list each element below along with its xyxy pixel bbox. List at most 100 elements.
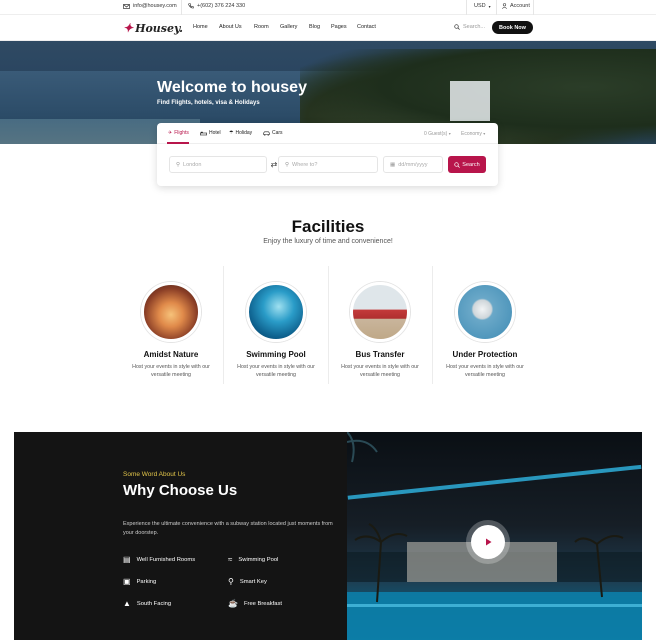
active-tab-indicator [167, 142, 189, 144]
nav-item-blog[interactable]: Blog [309, 24, 320, 30]
play-video-button[interactable] [471, 525, 505, 559]
tab-label: Flights [174, 130, 189, 136]
chevron-down-icon: ▾ [483, 131, 486, 136]
nav-search[interactable]: Search... [454, 24, 485, 30]
email-text: info@housey.com [133, 3, 177, 9]
section-kicker: Some Word About Us [123, 471, 186, 478]
feature-item: ▤ Well Furnished Rooms [123, 555, 195, 564]
tab-label: Hotel [209, 130, 221, 136]
logo-text: Housey. [135, 21, 183, 35]
facility-description: Host your events in style with our versa… [446, 364, 524, 378]
logo-mark-icon: ✦ [123, 21, 134, 35]
divider [533, 0, 534, 15]
main-nav: ✦ Housey. Home About Us Room Gallery Blo… [0, 15, 656, 41]
logo[interactable]: ✦ Housey. [123, 21, 183, 35]
phone-icon [188, 3, 194, 9]
section-description: Experience the ultimate convenience with… [123, 521, 333, 536]
facility-title: Swimming Pool [246, 350, 306, 359]
feature-label: Well Furnished Rooms [136, 556, 196, 563]
date-field[interactable]: ▦ dd/mm/yyyy [383, 156, 443, 173]
bed-icon [200, 131, 207, 135]
from-field[interactable]: ⚲ London [169, 156, 267, 173]
hero-background-building [450, 81, 490, 121]
chevron-down-icon: ▾ [448, 131, 451, 136]
car-icon: ▣ [123, 577, 131, 586]
feature-item: ⚲ Smart Key [228, 577, 267, 586]
feature-item: ☕ Free Breakfast [228, 599, 282, 608]
tab-holiday[interactable]: ☂ Holiday [229, 130, 252, 136]
email-link[interactable]: info@housey.com [123, 3, 177, 9]
guests-dropdown[interactable]: 0 Guest(s) ▾ [424, 131, 451, 137]
account-link[interactable]: Account [502, 3, 530, 9]
nav-item-gallery[interactable]: Gallery [280, 24, 297, 30]
currency-text: USD [474, 3, 486, 9]
top-bar: info@housey.com +(602) 376 224 330 USD ▾… [0, 0, 656, 15]
search-button[interactable]: Search [448, 156, 486, 173]
plane-icon: ✈ [168, 130, 173, 136]
mountain-icon: ▲ [123, 599, 131, 608]
search-button-label: Search [462, 161, 480, 168]
tab-label: Cars [272, 130, 283, 136]
class-value: Economy [461, 131, 482, 137]
location-pin-icon: ⚲ [176, 161, 181, 168]
guests-value: 0 Guest(s) [424, 131, 448, 137]
facility-card: Swimming Pool Host your events in style … [224, 266, 328, 386]
feature-item: ≈ Swimming Pool [228, 555, 278, 564]
to-field[interactable]: ⚲ Where to? [278, 156, 378, 173]
calendar-icon: ▦ [390, 161, 396, 168]
facilities-subtitle: Enjoy the luxury of time and convenience… [263, 238, 393, 245]
feature-label: Smart Key [239, 578, 267, 585]
facility-description: Host your events in style with our versa… [132, 364, 210, 378]
tab-hotel[interactable]: Hotel [200, 130, 221, 136]
phone-link[interactable]: +(602) 376 224 330 [188, 3, 245, 9]
class-dropdown[interactable]: Economy ▾ [461, 131, 485, 137]
currency-select[interactable]: USD ▾ [474, 3, 491, 9]
hero-subtitle: Find Flights, hotels, visa & Holidays [157, 100, 260, 106]
nav-item-pages[interactable]: Pages [331, 24, 347, 30]
search-placeholder: Search... [463, 24, 486, 30]
facility-description: Host your events in style with our versa… [237, 364, 315, 378]
key-icon: ⚲ [228, 577, 234, 586]
feature-item: ▣ Parking [123, 577, 156, 586]
location-pin-icon: ⚲ [285, 161, 290, 168]
divider [181, 0, 182, 15]
to-placeholder: Where to? [292, 161, 318, 168]
why-choose-section: Some Word About Us Why Choose Us Experie… [14, 432, 642, 640]
car-icon [263, 131, 270, 136]
search-icon [454, 161, 461, 168]
search-card: ✈ Flights Hotel ☂ Holiday Cars 0 Guest(s… [157, 123, 498, 186]
facility-title: Under Protection [452, 350, 518, 359]
nav-item-contact[interactable]: Contact [357, 24, 376, 30]
bus-image [350, 282, 410, 342]
swap-icon[interactable]: ⇄ [268, 160, 280, 171]
facilities-title: Facilities [291, 217, 365, 236]
tab-cars[interactable]: Cars [263, 130, 283, 136]
tab-flights[interactable]: ✈ Flights [168, 130, 189, 136]
facility-card: Bus Transfer Host your events in style w… [328, 266, 432, 386]
nav-item-about[interactable]: About Us [219, 24, 242, 30]
nav-item-room[interactable]: Room [254, 24, 269, 30]
pool-night-photo [347, 432, 642, 640]
date-placeholder: dd/mm/yyyy [398, 161, 428, 168]
security-camera-image [455, 282, 515, 342]
pool-icon: ≈ [228, 555, 233, 564]
facility-description: Host your events in style with our versa… [341, 364, 419, 378]
bed-icon: ▤ [123, 555, 131, 564]
nature-image [141, 282, 201, 342]
book-now-button[interactable]: Book Now [492, 21, 533, 34]
search-icon [454, 24, 460, 30]
feature-label: Parking [136, 578, 157, 585]
divider [466, 0, 467, 15]
feature-item: ▲ South Facing [123, 599, 171, 608]
account-text: Account [510, 3, 530, 9]
mail-icon [123, 3, 130, 9]
nav-item-home[interactable]: Home [193, 24, 208, 30]
from-placeholder: London [183, 161, 202, 168]
play-icon [486, 538, 492, 546]
facility-card: Under Protection Host your events in sty… [433, 266, 537, 386]
search-tabs: ✈ Flights Hotel ☂ Holiday Cars 0 Guest(s… [157, 123, 498, 144]
facility-title: Bus Transfer [355, 350, 405, 359]
hero-title: Welcome to housey [157, 79, 307, 96]
facility-title: Amidst Nature [143, 350, 199, 359]
section-title: Why Choose Us [123, 482, 238, 499]
